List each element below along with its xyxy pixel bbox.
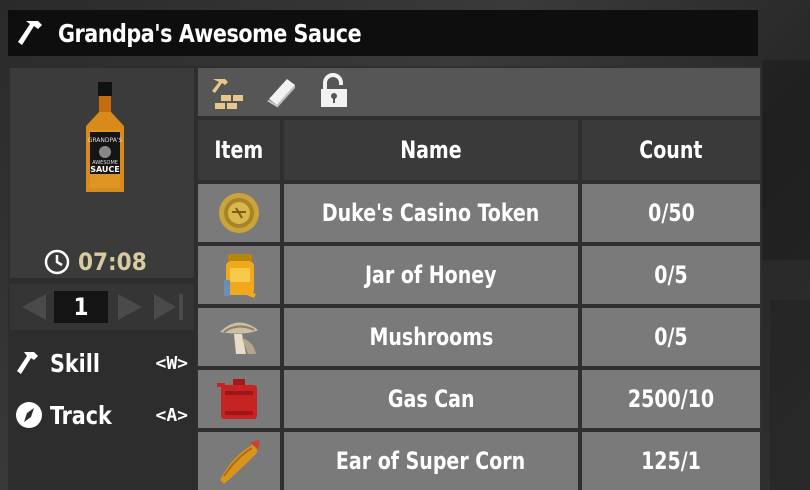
super-corn-icon — [220, 440, 260, 484]
item-preview: GRANDPA'S AWESOME SAUCE 07:08 — [10, 68, 194, 278]
craft-timer: 07:08 — [44, 248, 147, 276]
ingredient-name: Ear of Super Corn — [284, 432, 578, 490]
sauce-bottle-icon: GRANDPA'S AWESOME SAUCE — [86, 82, 124, 192]
hammer-icon — [12, 346, 46, 380]
decrease-arrow-icon[interactable] — [18, 292, 48, 322]
ingredient-count: 2500/10 — [582, 370, 760, 428]
ingredient-count: 0/50 — [582, 184, 760, 242]
column-header-count: Count — [582, 120, 760, 180]
background-shadow — [762, 60, 810, 260]
craft-panel: GRANDPA'S AWESOME SAUCE 07:08 1 Skill <W… — [8, 66, 196, 490]
ingredient-icon-cell — [198, 308, 280, 366]
bottle-label-top: GRANDPA'S — [88, 137, 123, 144]
ingredients-panel: Item Name Count Duke's Casino Token 0/50… — [196, 66, 762, 490]
skill-action[interactable]: Skill <W> — [10, 338, 194, 388]
ingredient-count: 125/1 — [582, 432, 760, 490]
casino-token-icon — [219, 193, 259, 233]
ingredient-count: 0/5 — [582, 246, 760, 304]
ingredient-icon-cell — [198, 432, 280, 490]
timer-text: 07:08 — [78, 248, 147, 276]
compass-icon — [12, 398, 46, 432]
ingredient-icon-cell — [198, 184, 280, 242]
skill-label: Skill — [50, 348, 100, 378]
ingredient-name: Jar of Honey — [284, 246, 578, 304]
ingredient-count: 0/5 — [582, 308, 760, 366]
recipe-title-bar: Grandpa's Awesome Sauce — [8, 10, 758, 56]
ingredient-name: Gas Can — [284, 370, 578, 428]
track-keybind: <A> — [155, 404, 188, 426]
skill-keybind: <W> — [155, 352, 188, 374]
book-icon[interactable] — [260, 72, 300, 112]
recipe-title: Grandpa's Awesome Sauce — [58, 18, 362, 48]
mushroom-icon — [220, 322, 258, 354]
honey-jar-icon — [224, 254, 256, 298]
hammer-icon — [18, 21, 42, 45]
gas-can-icon — [217, 379, 257, 419]
column-header-item: Item — [198, 120, 280, 180]
track-label: Track — [50, 400, 112, 430]
bottle-label-bottom: SAUCE — [90, 165, 120, 174]
quantity-selector: 1 — [10, 284, 194, 330]
ingredient-name: Mushrooms — [284, 308, 578, 366]
ingredient-icon-cell — [198, 370, 280, 428]
unlock-icon[interactable] — [314, 72, 354, 112]
background-shadow — [770, 300, 810, 490]
recipe-toolbar — [198, 68, 760, 116]
quantity-field[interactable]: 1 — [54, 291, 108, 323]
increase-arrow-icon[interactable] — [116, 292, 146, 322]
track-action[interactable]: Track <A> — [10, 390, 194, 440]
max-quantity-icon[interactable] — [152, 292, 186, 322]
hammer-bricks-icon[interactable] — [206, 72, 246, 112]
clock-icon — [44, 249, 70, 275]
column-header-name: Name — [284, 120, 578, 180]
ingredient-name: Duke's Casino Token — [284, 184, 578, 242]
ingredient-icon-cell — [198, 246, 280, 304]
